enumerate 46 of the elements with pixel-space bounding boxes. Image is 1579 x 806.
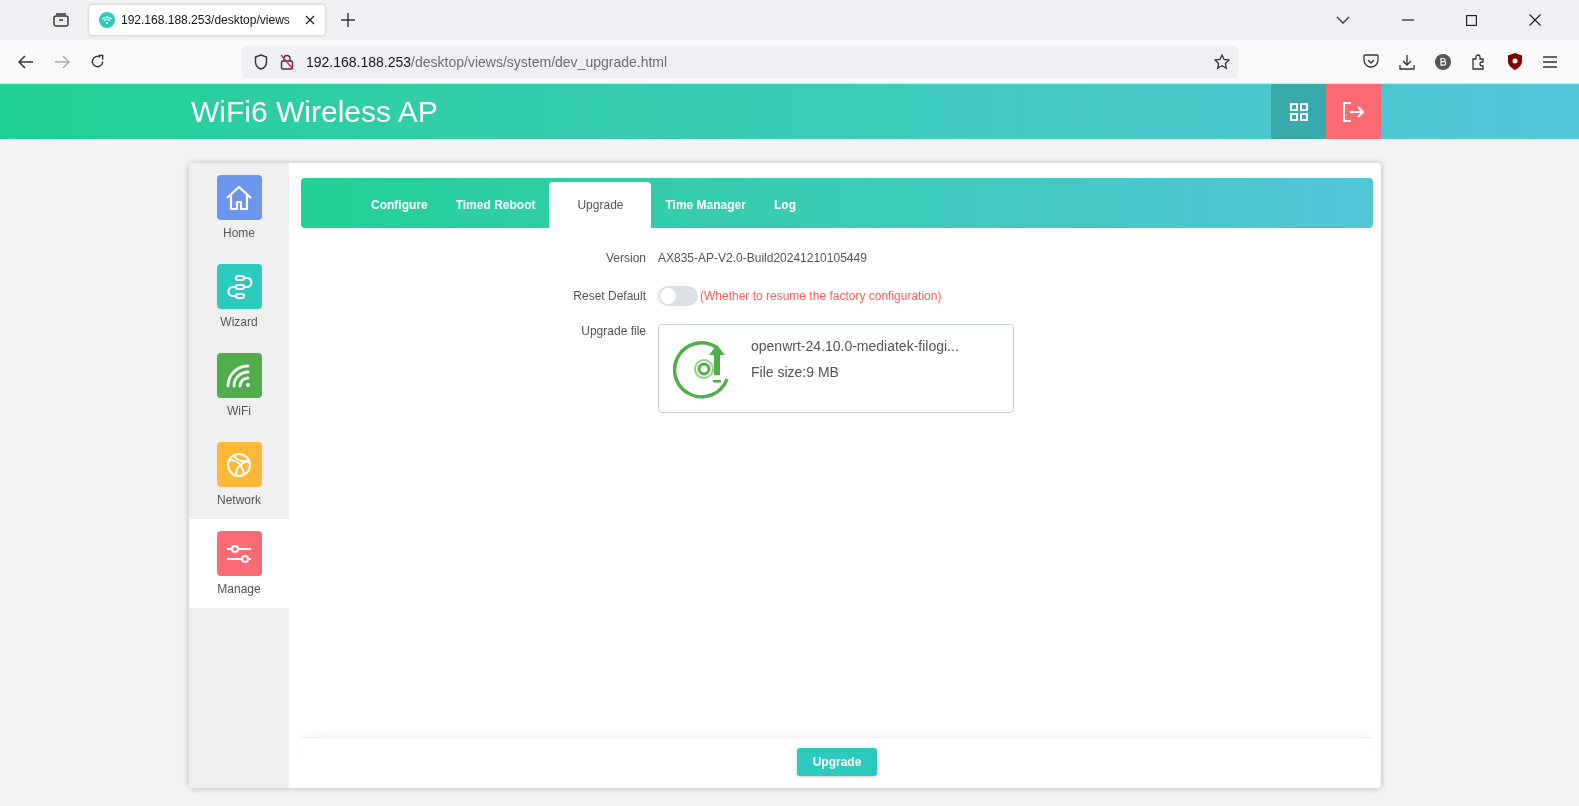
chevron-down-icon[interactable] bbox=[1336, 16, 1350, 24]
sidebar-item[interactable]: Network bbox=[189, 430, 289, 519]
back-arrow-icon[interactable] bbox=[18, 54, 34, 69]
logout-icon bbox=[1342, 101, 1365, 122]
globe-icon bbox=[226, 451, 252, 478]
wifi-signal-icon bbox=[225, 362, 253, 389]
house-icon bbox=[225, 184, 253, 211]
apps-button[interactable] bbox=[1271, 84, 1326, 139]
sidebar-item[interactable]: WiFi bbox=[189, 341, 289, 430]
sidebar-item[interactable]: Home bbox=[189, 163, 289, 252]
reload-icon[interactable] bbox=[90, 54, 105, 69]
star-icon[interactable] bbox=[1214, 53, 1230, 70]
profile-circle-icon[interactable] bbox=[1435, 53, 1451, 70]
version-label: Version bbox=[604, 251, 646, 265]
file-size: File size:9 MB bbox=[751, 364, 840, 380]
close-icon[interactable] bbox=[1529, 14, 1541, 26]
file-upload-box[interactable]: openwrt-24.10.0-mediatek-filogi... File size:9 MB bbox=[658, 324, 1014, 413]
file-name: openwrt-24.10.0-mediatek-filogi... bbox=[751, 338, 959, 354]
pocket-icon[interactable] bbox=[1363, 54, 1379, 69]
unlocked-padlock-icon bbox=[280, 53, 294, 70]
tab-title: 192.168.188.253/desktop/views bbox=[121, 13, 291, 27]
sidebar-item[interactable]: Wizard bbox=[189, 252, 289, 341]
close-icon[interactable] bbox=[305, 15, 315, 25]
sidebar-item[interactable]: Manage bbox=[189, 519, 289, 608]
puzzle-icon[interactable] bbox=[1471, 53, 1487, 70]
app-title: WiFi6 Wireless AP bbox=[191, 94, 438, 129]
menu-icon[interactable] bbox=[1543, 55, 1557, 68]
shield-icon bbox=[254, 53, 268, 70]
logout-button[interactable] bbox=[1326, 84, 1381, 139]
upgrade-file-label: Upgrade file bbox=[580, 324, 646, 338]
reset-default-toggle[interactable] bbox=[658, 286, 698, 306]
reset-hint: (Whether to resume the factory configuration) bbox=[700, 289, 942, 303]
new-tab-icon[interactable] bbox=[341, 13, 355, 27]
maximize-icon[interactable] bbox=[1466, 14, 1477, 26]
grid-icon bbox=[1289, 102, 1308, 121]
browser-tab[interactable]: 192.168.188.253/desktop/views bbox=[89, 5, 325, 35]
reset-default-label: Reset Default bbox=[572, 289, 646, 303]
flow-steps-icon bbox=[225, 273, 253, 300]
tab[interactable]: Upgrade bbox=[549, 182, 652, 228]
url-text: 192.168.188.253/desktop/views/system/dev_upgrade.html bbox=[306, 53, 668, 70]
address-bar[interactable]: 192.168.188.253/desktop/views/system/dev_upgrade.html bbox=[242, 45, 1238, 78]
download-icon[interactable] bbox=[1399, 53, 1415, 70]
version-value: AX835-AP-V2.0-Build20241210105449 bbox=[658, 251, 867, 265]
shield-badge-icon[interactable] bbox=[1507, 53, 1523, 70]
wifi-icon bbox=[99, 12, 115, 28]
tab-list-icon[interactable] bbox=[53, 13, 69, 27]
